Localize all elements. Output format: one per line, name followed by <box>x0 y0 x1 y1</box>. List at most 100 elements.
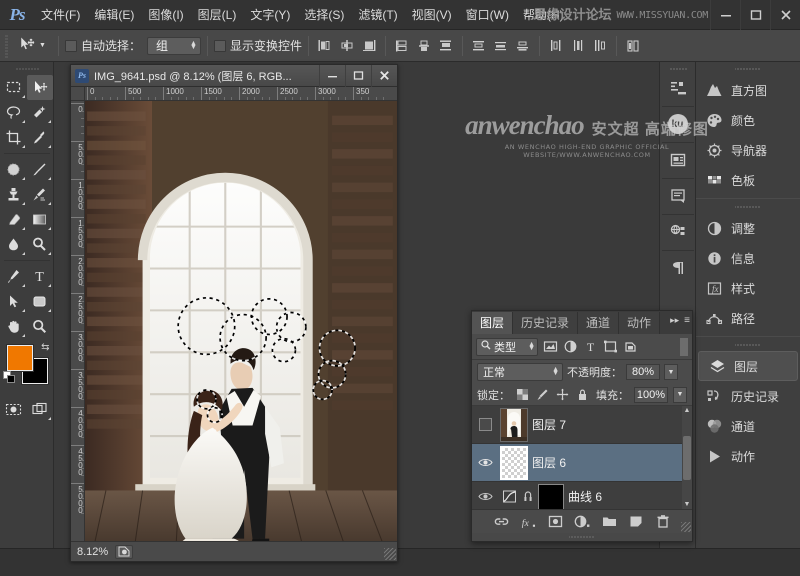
filter-pixel-icon[interactable] <box>542 339 558 355</box>
vertical-ruler[interactable]: 0500100015002000250030003500400045005000 <box>71 101 85 541</box>
layer-filter-type-dropdown[interactable]: 类型 ▲▼ <box>476 338 538 356</box>
move-tool[interactable] <box>27 75 53 100</box>
filter-shape-icon[interactable] <box>602 339 618 355</box>
spot-healing-brush-tool[interactable] <box>1 157 27 182</box>
scroll-up-icon[interactable]: ▲ <box>683 407 691 414</box>
add-layer-mask-button[interactable] <box>547 514 563 530</box>
delete-layer-button[interactable] <box>655 514 671 530</box>
mini-tool-presets-icon[interactable] <box>663 73 693 103</box>
maximize-button[interactable] <box>740 0 770 30</box>
distribute-bottom-icon[interactable] <box>513 36 533 56</box>
panel-button-history[interactable]: 历史记录 <box>696 381 800 411</box>
menu-select[interactable]: 选择(S) <box>297 0 351 30</box>
menu-window[interactable]: 窗口(W) <box>459 0 516 30</box>
panel-button-navigator[interactable]: 导航器 <box>696 135 800 165</box>
layer-name[interactable]: 图层 6 <box>532 454 566 471</box>
blend-mode-dropdown[interactable]: 正常 ▲▼ <box>477 363 563 381</box>
change-screen-mode-icon[interactable] <box>27 397 53 422</box>
lock-position-icon[interactable] <box>555 387 570 402</box>
filter-smart-object-icon[interactable] <box>622 339 638 355</box>
layers-list[interactable]: 图层 7 图层 6 <box>472 406 692 509</box>
scroll-down-icon[interactable]: ▼ <box>683 501 691 508</box>
panel-button-actions[interactable]: 动作 <box>696 441 800 471</box>
clone-stamp-tool[interactable] <box>1 182 27 207</box>
tab-history[interactable]: 历史记录 <box>513 312 578 334</box>
menu-layer[interactable]: 图层(L) <box>191 0 244 30</box>
mini-dock-grip[interactable] <box>669 66 687 72</box>
horizontal-type-tool[interactable]: T <box>27 264 53 289</box>
pen-tool[interactable] <box>1 264 27 289</box>
menu-edit[interactable]: 编辑(E) <box>87 0 141 30</box>
lock-transparent-pixels-icon[interactable] <box>515 387 530 402</box>
right-dock-grip-3[interactable] <box>735 341 761 348</box>
zoom-level-text[interactable]: 8.12% <box>77 546 108 558</box>
distribute-horizontal-center-icon[interactable] <box>568 36 588 56</box>
options-bar-grip[interactable] <box>2 34 11 58</box>
auto-align-layers-icon[interactable] <box>623 36 643 56</box>
layers-scrollbar[interactable]: ▲ ▼ <box>682 406 692 509</box>
auto-select-target-dropdown[interactable]: 组 ▲▼ <box>147 37 201 55</box>
document-title-bar[interactable]: Ps IMG_9641.psd @ 8.12% (图层 6, RGB... <box>71 65 397 87</box>
document-info-icon[interactable] <box>115 545 133 559</box>
distribute-right-icon[interactable] <box>590 36 610 56</box>
menu-type[interactable]: 文字(Y) <box>243 0 297 30</box>
distribute-vertical-center-icon[interactable] <box>491 36 511 56</box>
mini-3d-icon[interactable] <box>663 217 693 247</box>
show-transform-controls-checkbox[interactable] <box>214 40 226 52</box>
crop-tool[interactable] <box>1 125 27 150</box>
align-horizontal-centers-icon[interactable] <box>337 36 357 56</box>
blur-tool[interactable] <box>1 232 27 257</box>
panel-button-histogram[interactable]: 直方图 <box>696 75 800 105</box>
layer-style-button[interactable]: fx <box>520 514 536 530</box>
curves-adjustment-icon[interactable] <box>500 489 518 504</box>
auto-select-checkbox[interactable] <box>65 40 77 52</box>
tab-actions[interactable]: 动作 <box>619 312 660 334</box>
tool-preset-chevron-down-icon[interactable]: ▼ <box>39 42 46 49</box>
tab-layers[interactable]: 图层 <box>472 312 513 334</box>
lock-all-icon[interactable] <box>575 387 590 402</box>
menu-file[interactable]: 文件(F) <box>34 0 87 30</box>
table-row[interactable]: 曲线 6 <box>472 482 692 509</box>
panel-button-channels[interactable]: 通道 <box>696 411 800 441</box>
mini-comments-icon[interactable] <box>663 181 693 211</box>
brush-tool[interactable] <box>27 157 53 182</box>
horizontal-ruler[interactable]: 050010001500200025003000350 <box>85 87 397 101</box>
panel-button-styles[interactable]: fx 样式 <box>696 273 800 303</box>
document-close-button[interactable] <box>371 65 397 87</box>
layers-panel-grip[interactable] <box>569 535 595 540</box>
toolbox-grip[interactable] <box>15 65 39 72</box>
lasso-tool[interactable] <box>1 100 27 125</box>
menu-image[interactable]: 图像(I) <box>141 0 190 30</box>
rectangle-tool[interactable] <box>27 289 53 314</box>
menu-filter[interactable]: 滤镜(T) <box>351 0 404 30</box>
distribute-top-icon[interactable] <box>469 36 489 56</box>
menu-view[interactable]: 视图(V) <box>405 0 459 30</box>
layer-name[interactable]: 图层 7 <box>532 416 566 433</box>
mini-paragraph-icon[interactable] <box>663 253 693 283</box>
new-adjustment-layer-button[interactable] <box>574 514 590 530</box>
align-bottom-edges-icon[interactable] <box>436 36 456 56</box>
current-tool-preset[interactable]: ▼ <box>15 35 52 57</box>
rectangular-marquee-tool[interactable] <box>1 75 27 100</box>
image-canvas[interactable] <box>85 101 397 541</box>
new-group-button[interactable] <box>601 514 617 530</box>
panel-button-swatches[interactable]: 色板 <box>696 165 800 195</box>
close-button[interactable] <box>770 0 800 30</box>
panel-button-layers[interactable]: 图层 <box>698 351 798 381</box>
align-top-edges-icon[interactable] <box>392 36 412 56</box>
filter-type-icon[interactable]: T <box>582 339 598 355</box>
edit-in-quick-mask-icon[interactable] <box>1 397 27 422</box>
dodge-tool[interactable] <box>27 232 53 257</box>
filter-adjustment-icon[interactable] <box>562 339 578 355</box>
panel-button-info[interactable]: 信息 <box>696 243 800 273</box>
document-maximize-button[interactable] <box>345 65 371 87</box>
hand-tool[interactable] <box>1 314 27 339</box>
layer-thumbnail[interactable] <box>500 408 528 442</box>
fill-slider-chevron-down-icon[interactable]: ▼ <box>673 387 687 403</box>
panel-button-adjustments[interactable]: 调整 <box>696 213 800 243</box>
default-colors-icon[interactable] <box>3 371 16 387</box>
right-dock-grip[interactable] <box>735 65 761 72</box>
layer-thumbnail[interactable] <box>500 446 528 480</box>
distribute-left-icon[interactable] <box>546 36 566 56</box>
document-resize-handle[interactable] <box>384 548 396 560</box>
